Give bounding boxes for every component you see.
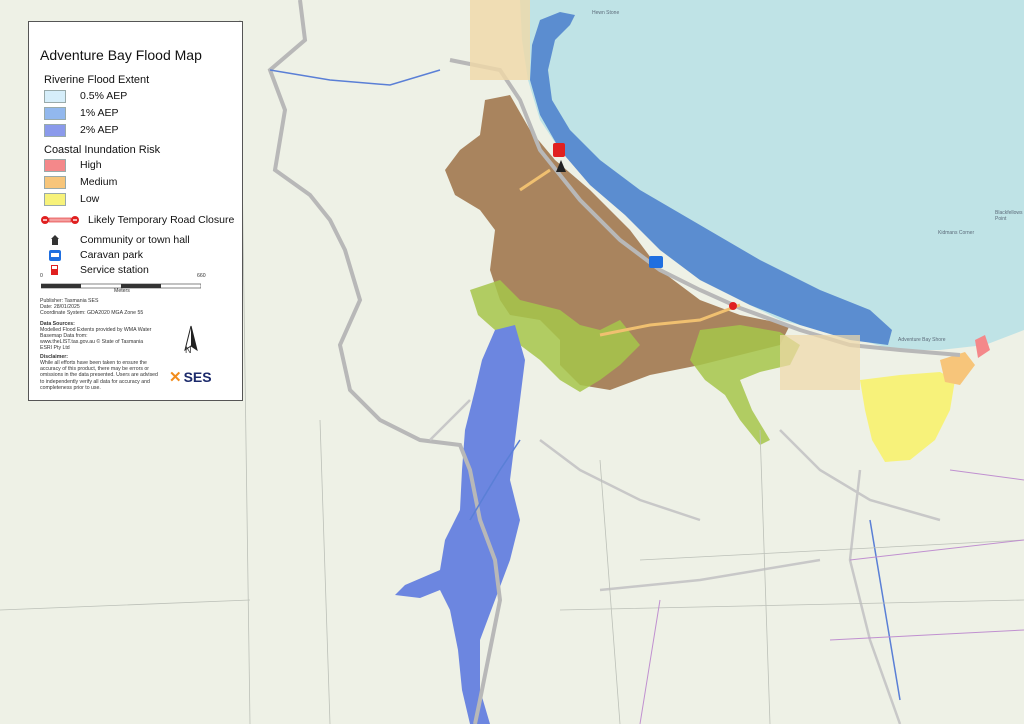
town-blocks-east bbox=[780, 335, 860, 390]
label-caravan: Caravan park bbox=[80, 249, 144, 261]
town-hall-icon[interactable] bbox=[556, 160, 566, 172]
esri-text: ESRI Pty Ltd bbox=[40, 345, 70, 351]
map-label-bay-shore: Adventure Bay Shore bbox=[898, 337, 946, 343]
legend-item-town-hall: Community or town hall bbox=[44, 233, 190, 247]
swatch-high bbox=[44, 158, 66, 172]
crs-text: Coordinate System: GDA2020 MGA Zone 55 bbox=[40, 310, 144, 316]
legend-item-medium: Medium bbox=[44, 175, 117, 189]
road-closure-glyph bbox=[41, 216, 79, 224]
swatch-1-aep bbox=[44, 106, 66, 120]
caravan-icon bbox=[44, 249, 66, 261]
label-0-5-aep: 0.5% AEP bbox=[80, 90, 128, 102]
swatch-medium bbox=[44, 175, 66, 189]
town-hall-icon bbox=[44, 234, 66, 246]
legend-item-high: High bbox=[44, 158, 102, 172]
map-label-kidmans-corner: Kidmans Corner bbox=[938, 230, 975, 236]
label-town-hall: Community or town hall bbox=[80, 234, 190, 246]
map-label-hewn-stone: Hewn Stone bbox=[592, 10, 620, 16]
fuel-pump-icon[interactable] bbox=[553, 143, 565, 157]
legend-item-2-aep: 2% AEP bbox=[44, 123, 119, 137]
ses-logo-mark: ✕ bbox=[169, 369, 182, 386]
legend-item-road-closure: Likely Temporary Road Closure bbox=[40, 213, 234, 227]
road-closure-symbol bbox=[40, 215, 80, 225]
label-low: Low bbox=[80, 193, 100, 205]
scale-end: 660 bbox=[197, 273, 206, 279]
caravan-icon[interactable] bbox=[649, 256, 663, 268]
legend-item-1-aep: 1% AEP bbox=[44, 106, 119, 120]
scale-start: 0 bbox=[40, 273, 43, 279]
swatch-low bbox=[44, 192, 66, 206]
swatch-2-aep bbox=[44, 123, 66, 137]
map-label-blackfellow-point: Blackfellows Point bbox=[995, 210, 1023, 222]
road-closure-icon[interactable] bbox=[729, 302, 737, 310]
ses-logo: ✕ SES bbox=[169, 368, 212, 386]
town-blocks bbox=[470, 0, 530, 80]
label-road-closure: Likely Temporary Road Closure bbox=[88, 214, 235, 226]
coastal-heading: Coastal Inundation Risk bbox=[44, 144, 161, 156]
legend-item-0-5-aep: 0.5% AEP bbox=[44, 89, 127, 103]
scale-unit: Meters bbox=[114, 288, 130, 294]
map-legend: Adventure Bay Flood Map Riverine Flood E… bbox=[28, 21, 243, 401]
label-1-aep: 1% AEP bbox=[80, 107, 119, 119]
riverine-heading: Riverine Flood Extent bbox=[44, 74, 150, 86]
legend-item-caravan: Caravan park bbox=[44, 248, 143, 262]
legend-item-low: Low bbox=[44, 192, 99, 206]
label-2-aep: 2% AEP bbox=[80, 124, 119, 136]
disclaimer-text: While all efforts have been taken to ens… bbox=[40, 360, 158, 391]
legend-title: Adventure Bay Flood Map bbox=[40, 47, 202, 63]
label-medium: Medium bbox=[80, 176, 118, 188]
label-high: High bbox=[80, 159, 102, 171]
ses-logo-text: SES bbox=[183, 369, 212, 385]
north-label: N bbox=[185, 345, 192, 355]
swatch-0-5-aep bbox=[44, 89, 66, 103]
